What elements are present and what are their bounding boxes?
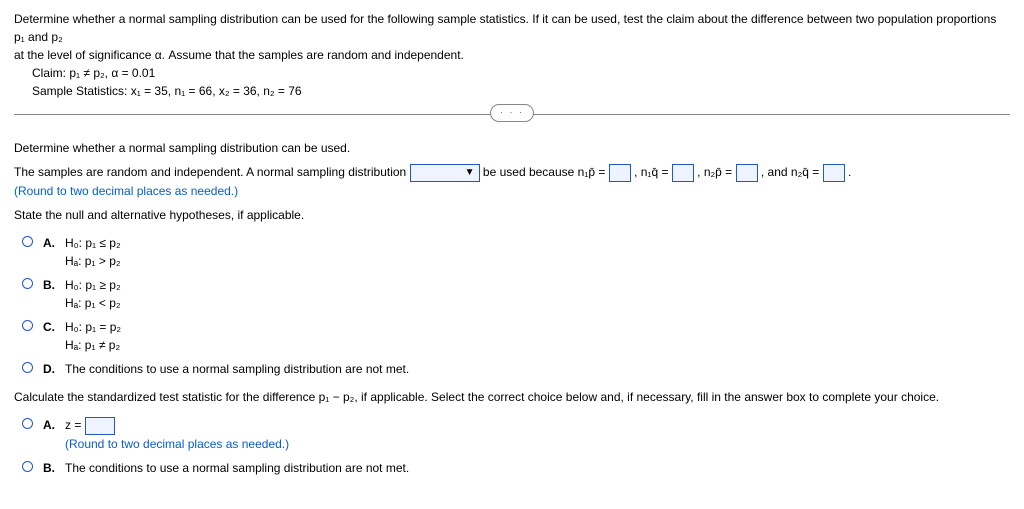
fill-sep1: , n₁q̄ = (634, 165, 672, 179)
input-n2p[interactable] (736, 164, 758, 182)
label-c: C. (43, 318, 59, 336)
fill-sep2: , n₂p̄ = (697, 165, 735, 179)
option-d-text: The conditions to use a normal sampling … (65, 360, 409, 378)
option-b-body: H₀: p₁ ≥ p₂ Hₐ: p₁ < p₂ (65, 276, 121, 312)
fill-end: . (848, 165, 851, 179)
expand-tab[interactable]: · · · (490, 104, 534, 122)
prompt-hypotheses: State the null and alternative hypothese… (14, 206, 1010, 224)
option-b-ha: Hₐ: p₁ < p₂ (65, 294, 121, 312)
label-b: B. (43, 276, 59, 294)
prompt-normal-dist: Determine whether a normal sampling dist… (14, 139, 1010, 157)
option-b[interactable]: B. H₀: p₁ ≥ p₂ Hₐ: p₁ < p₂ (22, 276, 1010, 312)
fill-pre: The samples are random and independent. … (14, 165, 410, 179)
label-z-b: B. (43, 459, 59, 477)
z-option-a[interactable]: A. z = (Round to two decimal places as n… (22, 416, 1010, 453)
hypotheses-choices: A. H₀: p₁ ≤ p₂ Hₐ: p₁ > p₂ B. H₀: p₁ ≥ p… (22, 234, 1010, 378)
option-c-body: H₀: p₁ = p₂ Hₐ: p₁ ≠ p₂ (65, 318, 121, 354)
option-a-ha: Hₐ: p₁ > p₂ (65, 252, 121, 270)
round-hint-2: (Round to two decimal places as needed.) (65, 435, 289, 453)
input-n1q[interactable] (672, 164, 694, 182)
label-z-a: A. (43, 416, 59, 434)
label-d: D. (43, 360, 59, 378)
z-option-b[interactable]: B. The conditions to use a normal sampli… (22, 459, 1010, 477)
option-d[interactable]: D. The conditions to use a normal sampli… (22, 360, 1010, 378)
radio-z-a[interactable] (22, 418, 33, 429)
option-c-h0: H₀: p₁ = p₂ (65, 318, 121, 336)
fill-sep3: , and n₂q̄ = (761, 165, 823, 179)
input-z[interactable] (85, 417, 115, 435)
option-c-ha: Hₐ: p₁ ≠ p₂ (65, 336, 121, 354)
intro-line2: at the level of significance α. Assume t… (14, 46, 1010, 64)
radio-b[interactable] (22, 278, 33, 289)
z-choices: A. z = (Round to two decimal places as n… (22, 416, 1010, 477)
dropdown-can-cannot[interactable]: ▼ (410, 164, 480, 182)
question-intro: Determine whether a normal sampling dist… (14, 10, 1010, 100)
z-label: z = (65, 418, 85, 432)
round-hint-1: (Round to two decimal places as needed.) (14, 182, 1010, 200)
option-c[interactable]: C. H₀: p₁ = p₂ Hₐ: p₁ ≠ p₂ (22, 318, 1010, 354)
option-a-h0: H₀: p₁ ≤ p₂ (65, 234, 121, 252)
input-n2q[interactable] (823, 164, 845, 182)
radio-a[interactable] (22, 236, 33, 247)
option-b-h0: H₀: p₁ ≥ p₂ (65, 276, 121, 294)
claim-line: Claim: p₁ ≠ p₂, α = 0.01 (14, 64, 1010, 82)
option-a[interactable]: A. H₀: p₁ ≤ p₂ Hₐ: p₁ > p₂ (22, 234, 1010, 270)
fill-in-line: The samples are random and independent. … (14, 163, 1010, 182)
z-option-a-body: z = (Round to two decimal places as need… (65, 416, 289, 453)
radio-d[interactable] (22, 362, 33, 373)
radio-c[interactable] (22, 320, 33, 331)
label-a: A. (43, 234, 59, 252)
fill-post: be used because n₁p̄ = (483, 165, 609, 179)
prompt-calc: Calculate the standardized test statisti… (14, 388, 1010, 406)
intro-line1: Determine whether a normal sampling dist… (14, 10, 1010, 46)
input-n1p[interactable] (609, 164, 631, 182)
option-a-body: H₀: p₁ ≤ p₂ Hₐ: p₁ > p₂ (65, 234, 121, 270)
stats-line: Sample Statistics: x₁ = 35, n₁ = 66, x₂ … (14, 82, 1010, 100)
z-option-b-text: The conditions to use a normal sampling … (65, 459, 409, 477)
radio-z-b[interactable] (22, 461, 33, 472)
